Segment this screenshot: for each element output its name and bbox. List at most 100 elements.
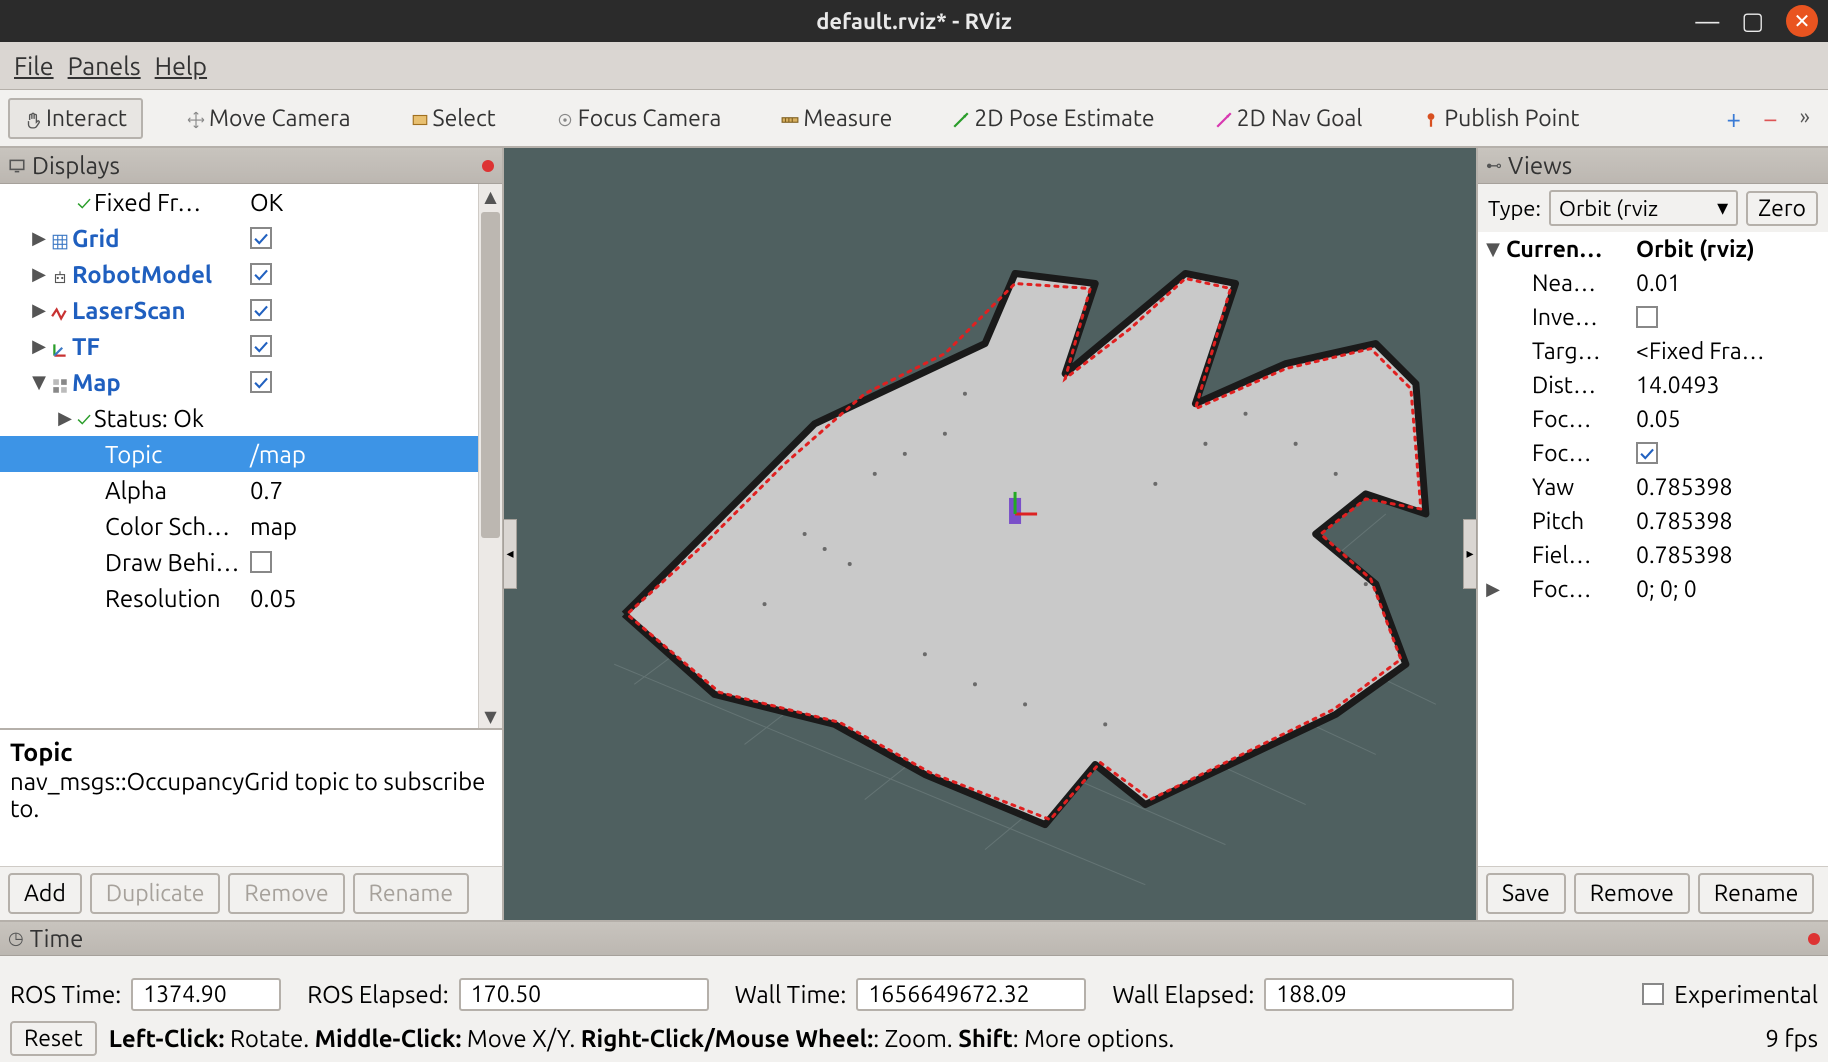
remove-button[interactable]: Remove	[228, 873, 344, 914]
expander-icon[interactable]: ▶	[30, 300, 48, 321]
view-row[interactable]: Targ…<Fixed Fra…	[1478, 334, 1828, 368]
close-icon[interactable]: ✕	[1786, 5, 1818, 37]
chevron-down-icon: ▾	[1717, 195, 1728, 221]
views-type-dropdown[interactable]: Orbit (rviz ▾	[1549, 190, 1738, 226]
panel-close-icon[interactable]	[1808, 933, 1820, 945]
views-type-row: Type: Orbit (rviz ▾ Zero	[1478, 184, 1828, 232]
wall-elapsed-field[interactable]	[1264, 978, 1514, 1011]
checkbox[interactable]	[1636, 442, 1658, 464]
add-button[interactable]: Add	[8, 873, 82, 914]
checkbox[interactable]	[250, 371, 272, 393]
views-save-button[interactable]: Save	[1486, 873, 1566, 914]
expander-icon[interactable]: ▶	[56, 408, 74, 429]
tool-nav-goal[interactable]: 2D Nav Goal	[1199, 98, 1379, 139]
minimize-icon[interactable]: —	[1695, 8, 1719, 35]
view-row[interactable]: Pitch0.785398	[1478, 504, 1828, 538]
reset-button[interactable]: Reset	[10, 1021, 97, 1056]
display-row[interactable]: Topic/map	[0, 436, 502, 472]
view-row[interactable]: Fiel…0.785398	[1478, 538, 1828, 572]
display-row[interactable]: ▶✓Status: Ok	[0, 400, 502, 436]
expander-icon[interactable]: ▼	[30, 372, 48, 393]
map-icon	[51, 373, 69, 391]
views-remove-button[interactable]: Remove	[1574, 873, 1690, 914]
time-header[interactable]: ◷ Time	[0, 922, 1828, 956]
view-row[interactable]: Dist…14.0493	[1478, 368, 1828, 402]
overflow-icon[interactable]: »	[1800, 104, 1810, 133]
checkbox[interactable]	[250, 335, 272, 357]
checkbox[interactable]	[1636, 306, 1658, 328]
checkbox[interactable]	[250, 227, 272, 249]
tool-select[interactable]: Select	[395, 98, 512, 139]
view-row[interactable]: ▼Curren…Orbit (rviz)	[1478, 232, 1828, 266]
scroll-down-icon[interactable]: ▼	[479, 704, 502, 728]
splitter-left[interactable]: ◂	[503, 519, 517, 589]
tool-move-camera[interactable]: Move Camera	[171, 98, 367, 139]
minus-icon[interactable]: −	[1763, 104, 1778, 133]
checkbox[interactable]	[250, 299, 272, 321]
views-header[interactable]: ⊷ Views	[1478, 148, 1828, 184]
display-row[interactable]: ✓Fixed Fr…OK	[0, 184, 502, 220]
fps-text: 9 fps	[1765, 1025, 1818, 1052]
3d-viewport[interactable]: ◂ ▸	[504, 148, 1476, 920]
tool-publish-point[interactable]: Publish Point	[1406, 98, 1595, 139]
display-row[interactable]: Alpha0.7	[0, 472, 502, 508]
display-label: RobotModel	[72, 261, 212, 288]
menu-file[interactable]: File	[14, 52, 54, 80]
tool-pose-estimate[interactable]: 2D Pose Estimate	[936, 98, 1170, 139]
view-row[interactable]: Yaw0.785398	[1478, 470, 1828, 504]
expander-icon[interactable]: ▶	[30, 336, 48, 357]
view-row[interactable]: Inve…	[1478, 300, 1828, 334]
displays-panel: Displays ✓Fixed Fr…OK▶Grid▶RobotModel▶La…	[0, 148, 504, 920]
display-label: Resolution	[105, 585, 221, 612]
scroll-up-icon[interactable]: ▲	[479, 184, 502, 208]
expander-icon[interactable]: ▶	[30, 228, 48, 249]
displays-header[interactable]: Displays	[0, 148, 502, 184]
view-row[interactable]: ▶Foc…0; 0; 0	[1478, 572, 1828, 606]
ros-elapsed-field[interactable]	[459, 978, 709, 1011]
experimental-checkbox[interactable]	[1642, 983, 1664, 1005]
display-label: LaserScan	[72, 297, 186, 324]
plus-icon[interactable]: +	[1726, 104, 1741, 133]
maximize-icon[interactable]: ▢	[1741, 7, 1764, 35]
display-row[interactable]: ▶TF	[0, 328, 502, 364]
expander-icon[interactable]: ▼	[1484, 239, 1502, 260]
duplicate-button[interactable]: Duplicate	[90, 873, 221, 914]
tool-measure[interactable]: Measure	[765, 98, 908, 139]
select-icon	[411, 109, 429, 127]
menu-help[interactable]: Help	[155, 52, 207, 80]
ros-time-field[interactable]	[131, 978, 281, 1011]
views-panel: ⊷ Views Type: Orbit (rviz ▾ Zero ▼Curren…	[1476, 148, 1828, 920]
display-row[interactable]: ▶ RobotModel	[0, 256, 502, 292]
display-row[interactable]: Resolution0.05	[0, 580, 502, 616]
ros-elapsed-label: ROS Elapsed:	[307, 981, 448, 1008]
checkbox[interactable]	[250, 263, 272, 285]
description-box: Topic nav_msgs::OccupancyGrid topic to s…	[0, 728, 502, 866]
help-row: Reset Left-Click: Rotate. Middle-Click: …	[0, 1020, 1828, 1062]
display-row[interactable]: Color Sch…map	[0, 508, 502, 544]
wall-elapsed-label: Wall Elapsed:	[1112, 981, 1254, 1008]
scroll-thumb[interactable]	[481, 212, 500, 538]
display-row[interactable]: ▶ LaserScan	[0, 292, 502, 328]
scrollbar[interactable]: ▲ ▼	[478, 184, 502, 728]
content: Displays ✓Fixed Fr…OK▶Grid▶RobotModel▶La…	[0, 148, 1828, 920]
rename-button[interactable]: Rename	[353, 873, 469, 914]
view-row[interactable]: Nea…0.01	[1478, 266, 1828, 300]
display-value: /map	[250, 441, 306, 468]
display-row[interactable]: ▼Map	[0, 364, 502, 400]
splitter-right[interactable]: ▸	[1463, 519, 1477, 589]
checkbox[interactable]	[250, 551, 272, 573]
expander-icon[interactable]: ▶	[30, 264, 48, 285]
tool-interact[interactable]: Interact	[8, 98, 143, 139]
panel-close-icon[interactable]	[482, 160, 494, 172]
view-row[interactable]: Foc…0.05	[1478, 402, 1828, 436]
views-rename-button[interactable]: Rename	[1698, 873, 1814, 914]
expander-icon[interactable]: ▶	[1484, 579, 1502, 600]
zero-button[interactable]: Zero	[1746, 191, 1818, 226]
tool-focus-camera[interactable]: Focus Camera	[540, 98, 738, 139]
display-row[interactable]: ▶Grid	[0, 220, 502, 256]
window-controls: — ▢ ✕	[1695, 0, 1818, 42]
menu-panels[interactable]: Panels	[68, 52, 141, 80]
view-row[interactable]: Foc…	[1478, 436, 1828, 470]
display-row[interactable]: Draw Behi…	[0, 544, 502, 580]
wall-time-field[interactable]	[856, 978, 1086, 1011]
